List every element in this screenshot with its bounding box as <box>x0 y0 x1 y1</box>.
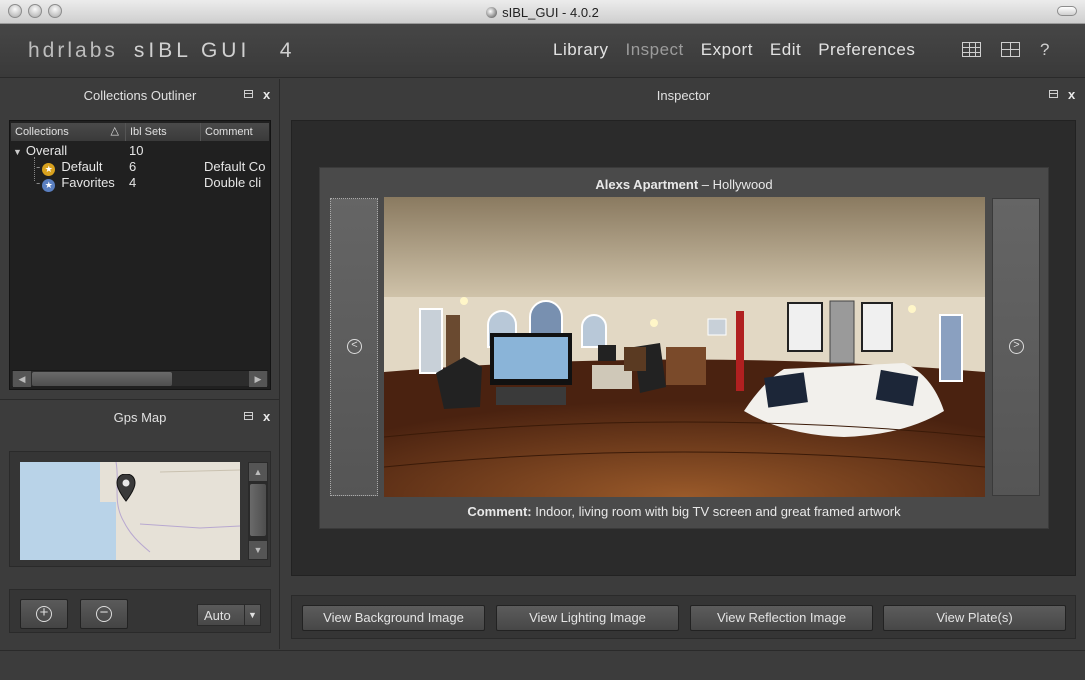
logo: hdrlabs sIBL GUI 4 <box>28 39 295 63</box>
zoom-in-icon: + <box>36 605 52 622</box>
tree-header: Collections △ Ibl Sets Comment <box>11 123 269 141</box>
window-title: sIBL_GUI - 4.0.2 <box>0 5 1085 20</box>
inspector-view: Alexs Apartment – Hollywood < > Comment:… <box>291 120 1076 576</box>
next-arrow-icon: > <box>1009 339 1024 354</box>
ibl-set-card: Alexs Apartment – Hollywood < > Comment:… <box>319 167 1049 529</box>
window-titlebar: sIBL_GUI - 4.0.2 <box>0 0 1085 24</box>
tree-row-overall[interactable]: ▼ Overall <box>13 143 67 158</box>
collections-tree[interactable]: Collections △ Ibl Sets Comment ▼ Overall … <box>9 120 271 390</box>
gps-map[interactable] <box>20 462 240 560</box>
divider <box>0 399 280 400</box>
map-vertical-scrollbar[interactable]: ▲ ▼ <box>248 462 268 560</box>
scroll-down-icon[interactable]: ▼ <box>249 541 267 559</box>
row-name: Default <box>61 159 103 174</box>
scrollbar-thumb[interactable] <box>250 484 266 536</box>
app-icon <box>486 7 498 18</box>
left-dock: Collections Outliner x Collections △ Ibl… <box>0 79 280 649</box>
ibl-set-title: Alexs Apartment – Hollywood <box>595 177 773 192</box>
nav-library[interactable]: Library <box>553 40 608 60</box>
nav-edit[interactable]: Edit <box>770 40 801 60</box>
inspector-dock: Inspector x Alexs Apartment – Hollywood … <box>282 79 1085 649</box>
ibl-set-location: Hollywood <box>712 177 773 192</box>
column-label: Comment <box>205 126 253 138</box>
scroll-up-icon[interactable]: ▲ <box>249 463 267 481</box>
chevron-down-icon: ▼ <box>244 605 260 625</box>
map-zoom-value: Auto <box>204 608 231 623</box>
tree-branch-line <box>34 157 35 181</box>
inspector-title: Inspector <box>656 88 711 103</box>
view-reflection-image-button[interactable]: View Reflection Image <box>690 605 873 631</box>
window-title-label: sIBL_GUI - 4.0.2 <box>502 5 599 20</box>
undock-icon[interactable] <box>1049 90 1058 98</box>
logo-brand: hdrlabs <box>28 39 118 62</box>
previous-arrow-icon: < <box>347 339 362 354</box>
column-label: Collections <box>15 126 69 138</box>
zoom-out-icon: − <box>96 605 112 622</box>
map-zoom-select[interactable]: Auto ▼ <box>197 604 261 626</box>
next-set-button[interactable]: > <box>992 198 1040 496</box>
map-controls: + − Auto ▼ <box>9 589 271 633</box>
ibl-set-comment: Comment: Indoor, living room with big TV… <box>320 504 1048 519</box>
undock-icon[interactable] <box>244 90 253 98</box>
collections-outliner-title: Collections Outliner <box>83 88 197 103</box>
expand-triangle-icon[interactable]: ▼ <box>13 147 22 157</box>
map-pin-icon[interactable] <box>116 474 136 502</box>
status-bar <box>0 650 1085 680</box>
undock-icon[interactable] <box>244 412 253 420</box>
main-nav: Library Inspect Export Edit Preferences <box>553 40 932 60</box>
scrollbar-thumb[interactable] <box>32 372 172 386</box>
scroll-left-icon[interactable]: ◀ <box>13 371 31 387</box>
view-plates-button[interactable]: View Plate(s) <box>883 605 1066 631</box>
comment-text: Indoor, living room with big TV screen a… <box>535 504 901 519</box>
column-label: Ibl Sets <box>130 126 167 138</box>
sort-ascending-icon: △ <box>110 125 119 137</box>
panorama-illustration <box>384 197 985 497</box>
column-header-ibl-sets[interactable]: Ibl Sets <box>126 123 201 141</box>
scroll-right-icon[interactable]: ▶ <box>249 371 267 387</box>
previous-set-button[interactable]: < <box>330 198 378 496</box>
close-icon[interactable]: x <box>263 409 270 424</box>
logo-app-name: sIBL GUI 4 <box>133 39 296 62</box>
gps-map-title: Gps Map <box>113 410 167 425</box>
close-icon[interactable]: x <box>263 87 270 102</box>
ibl-preview-image[interactable] <box>384 197 985 497</box>
app-header: hdrlabs sIBL GUI 4 Library Inspect Export… <box>0 24 1085 78</box>
help-icon[interactable]: ? <box>1040 40 1049 60</box>
nav-inspect[interactable]: Inspect <box>625 40 683 60</box>
column-header-comment[interactable]: Comment <box>201 123 269 141</box>
grid-layout-icon[interactable] <box>962 42 981 57</box>
nav-export[interactable]: Export <box>701 40 753 60</box>
view-lighting-image-button[interactable]: View Lighting Image <box>496 605 679 631</box>
comment-label: Comment: <box>467 504 532 519</box>
horizontal-scrollbar[interactable]: ◀ ▶ <box>12 370 268 387</box>
view-background-image-button[interactable]: View Background Image <box>302 605 485 631</box>
nav-preferences[interactable]: Preferences <box>818 40 915 60</box>
tree-row-favorites[interactable]: - ★ Favorites <box>36 175 115 192</box>
tree-row-default[interactable]: - ★ Default <box>36 159 103 176</box>
star-icon: ★ <box>42 179 56 192</box>
row-count: 10 <box>129 143 144 158</box>
toolbar-toggle-button[interactable] <box>1057 6 1077 16</box>
view-buttons-bar: View Background Image View Lighting Imag… <box>291 595 1076 639</box>
row-comment: Double cli <box>204 175 262 190</box>
close-icon[interactable]: x <box>1068 87 1075 102</box>
zoom-out-button[interactable]: − <box>80 599 128 629</box>
row-count: 6 <box>129 159 137 174</box>
zoom-in-button[interactable]: + <box>20 599 68 629</box>
row-name: Favorites <box>61 175 115 190</box>
split-layout-icon[interactable] <box>1001 42 1020 57</box>
ibl-set-name: Alexs Apartment <box>595 177 699 192</box>
row-name: Overall <box>25 143 68 158</box>
gps-map-panel: ▲ ▼ <box>9 451 271 567</box>
row-comment: Default Co <box>204 159 266 174</box>
column-header-collections[interactable]: Collections △ <box>11 123 126 141</box>
row-count: 4 <box>129 175 137 190</box>
